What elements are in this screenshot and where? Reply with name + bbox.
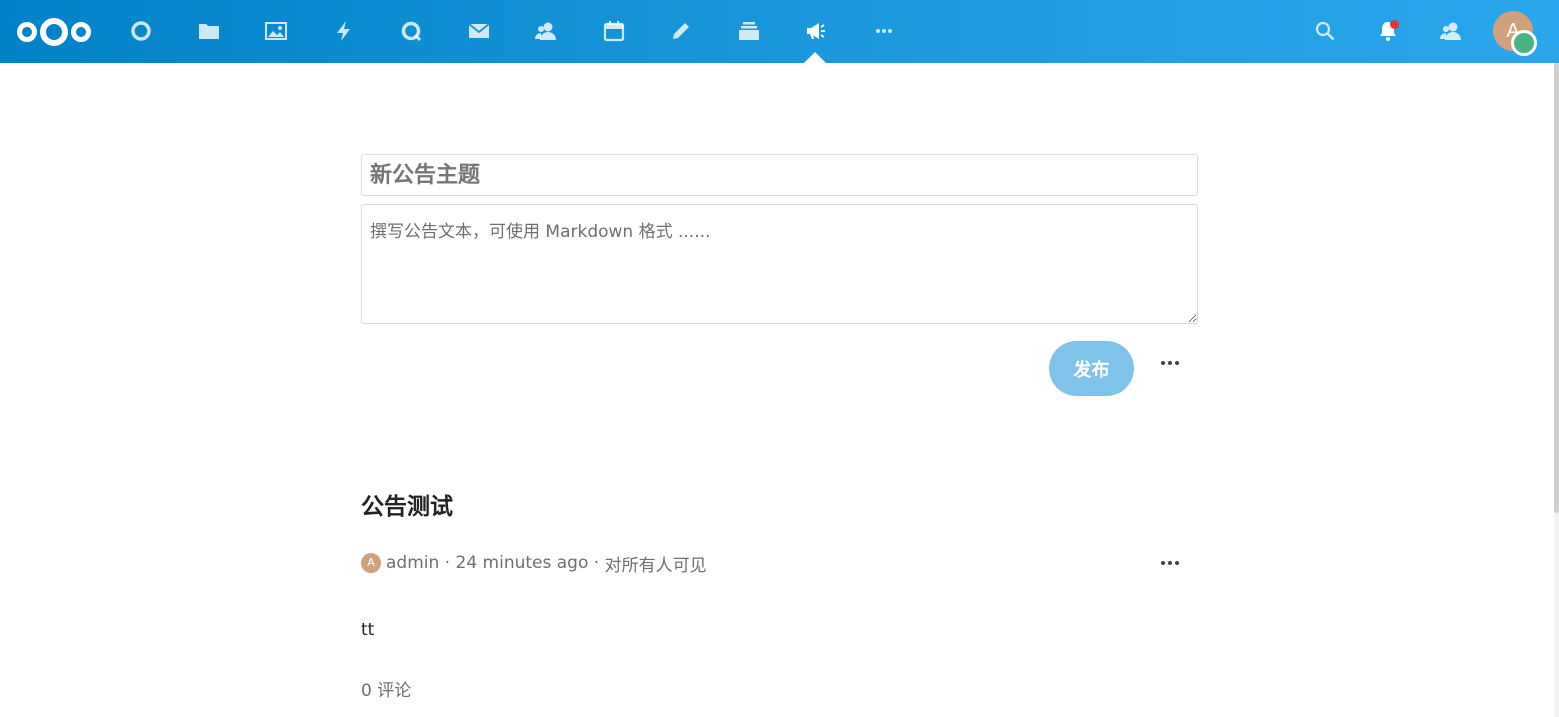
activity-icon[interactable]: [329, 16, 359, 46]
photos-icon[interactable]: [261, 16, 291, 46]
meta-separator: ·: [588, 553, 605, 573]
search-icon[interactable]: [1310, 16, 1340, 46]
announcement-visibility: 对所有人可见: [604, 555, 707, 576]
notifications-icon[interactable]: [1373, 16, 1403, 46]
online-status-icon: [1511, 30, 1537, 56]
notes-icon[interactable]: [666, 16, 696, 46]
announcement-body-textarea[interactable]: [361, 204, 1198, 324]
scrollbar-thumb[interactable]: [1554, 63, 1559, 513]
announcements-icon[interactable]: [801, 16, 831, 46]
more-apps-icon[interactable]: [869, 16, 899, 46]
files-icon[interactable]: [194, 16, 224, 46]
announcement-body: tt: [361, 620, 375, 640]
deck-icon[interactable]: [734, 16, 764, 46]
dashboard-icon[interactable]: [126, 16, 156, 46]
mail-icon[interactable]: [464, 16, 494, 46]
editor-options-icon[interactable]: [1155, 348, 1185, 378]
announcement-meta: A admin · 24 minutes ago · 对所有人可见: [361, 550, 707, 576]
contacts-menu-icon[interactable]: [1436, 16, 1466, 46]
announcement-subject-input[interactable]: [361, 154, 1198, 196]
publish-button[interactable]: 发布: [1049, 341, 1134, 396]
author-avatar[interactable]: A: [361, 553, 381, 573]
notification-badge: [1390, 20, 1399, 29]
announcement-time: 24 minutes ago: [455, 553, 589, 573]
comments-link[interactable]: 0 评论: [361, 676, 411, 701]
active-app-indicator: [804, 52, 826, 63]
announcement-options-icon[interactable]: [1155, 548, 1185, 578]
talk-icon[interactable]: [396, 16, 426, 46]
top-header-bar: A: [0, 0, 1559, 63]
author-name: admin: [386, 553, 440, 573]
meta-separator: ·: [439, 553, 456, 573]
announcement-title: 公告测试: [361, 494, 453, 520]
calendar-icon[interactable]: [599, 16, 629, 46]
contacts-icon[interactable]: [531, 16, 561, 46]
nextcloud-logo[interactable]: [14, 13, 94, 51]
